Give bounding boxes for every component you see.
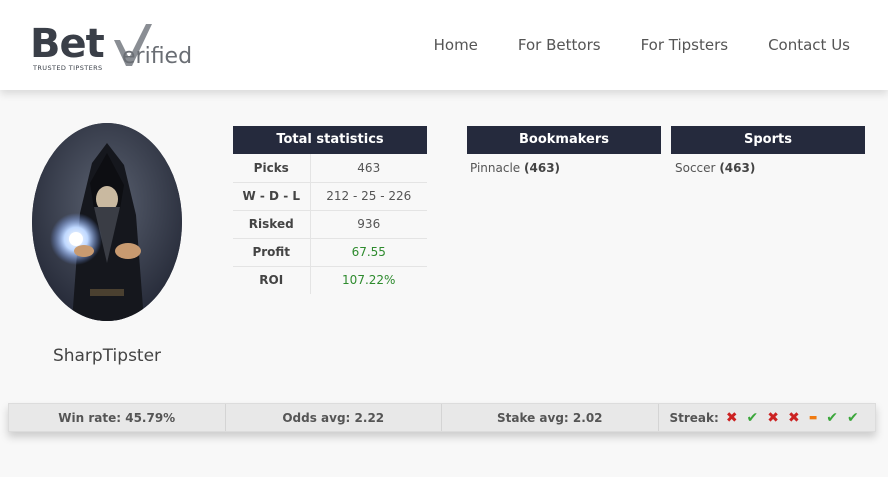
tipster-avatar (32, 123, 182, 321)
logo-word-bet: Bet (30, 21, 105, 67)
stat-value: 107.22% (342, 273, 396, 288)
sports-header: Sports (671, 126, 865, 154)
sport-count: (463) (719, 161, 756, 175)
stat-label: W - D - L (233, 182, 311, 211)
wizard-portrait-icon (32, 123, 182, 321)
nav-home[interactable]: Home (434, 36, 478, 54)
betverified-logo[interactable]: Bet erified TRUSTED TIPSTERS (30, 20, 210, 76)
sport-name: Soccer (675, 161, 716, 175)
win-icon: ✔ (746, 409, 759, 426)
main-nav: Home For Bettors For Tipsters Contact Us (434, 36, 850, 54)
stat-value: 463 (310, 154, 427, 183)
nav-contact-us[interactable]: Contact Us (768, 36, 850, 54)
win-icon: ✔ (847, 409, 859, 426)
table-row: ROI 107.22% (233, 266, 427, 294)
stat-label: Risked (233, 210, 311, 239)
stat-label: ROI (233, 266, 311, 294)
summary-bar: Win rate: 45.79% Odds avg: 2.22 Stake av… (8, 403, 876, 432)
nav-for-bettors[interactable]: For Bettors (518, 36, 601, 54)
total-statistics-table: Picks 463 W - D - L 212 - 25 - 226 Riske… (233, 154, 427, 294)
table-row: Risked 936 (233, 210, 427, 239)
win-icon: ✔ (826, 409, 838, 426)
streak: Streak: ✖ ✔ ✖ ✖ ▬ ✔ ✔ (659, 404, 876, 431)
stat-label: Picks (233, 154, 311, 183)
streak-icons: ✖ ✔ ✖ ✖ ▬ ✔ ✔ (726, 411, 859, 425)
odds-avg: Odds avg: 2.22 (226, 404, 442, 431)
table-row: Profit 67.55 (233, 238, 427, 267)
sport-item: Soccer (463) (675, 161, 755, 175)
site-header: Bet erified TRUSTED TIPSTERS Home For Be… (0, 0, 888, 90)
tipster-name: SharpTipster (52, 346, 162, 366)
table-row: Picks 463 (233, 154, 427, 183)
table-row: W - D - L 212 - 25 - 226 (233, 182, 427, 211)
bookmaker-count: (463) (524, 161, 561, 175)
stat-value: 936 (310, 210, 427, 239)
logo-word-verified: erified (122, 44, 193, 69)
nav-for-tipsters[interactable]: For Tipsters (641, 36, 729, 54)
loss-icon: ✖ (788, 409, 800, 426)
stat-label: Profit (233, 238, 311, 267)
bookmakers-header: Bookmakers (467, 126, 661, 154)
logo-tagline: TRUSTED TIPSTERS (33, 64, 103, 72)
loss-icon: ✖ (767, 409, 780, 426)
stake-avg: Stake avg: 2.02 (442, 404, 659, 431)
win-rate: Win rate: 45.79% (9, 404, 226, 431)
bookmaker-name: Pinnacle (470, 161, 521, 175)
stat-value: 212 - 25 - 226 (310, 182, 427, 211)
bookmaker-item: Pinnacle (463) (470, 161, 560, 175)
loss-icon: ✖ (725, 409, 738, 426)
draw-icon: ▬ (808, 412, 818, 423)
total-statistics-header: Total statistics (233, 126, 427, 154)
stat-value: 67.55 (310, 238, 427, 267)
streak-label: Streak: (669, 410, 719, 425)
